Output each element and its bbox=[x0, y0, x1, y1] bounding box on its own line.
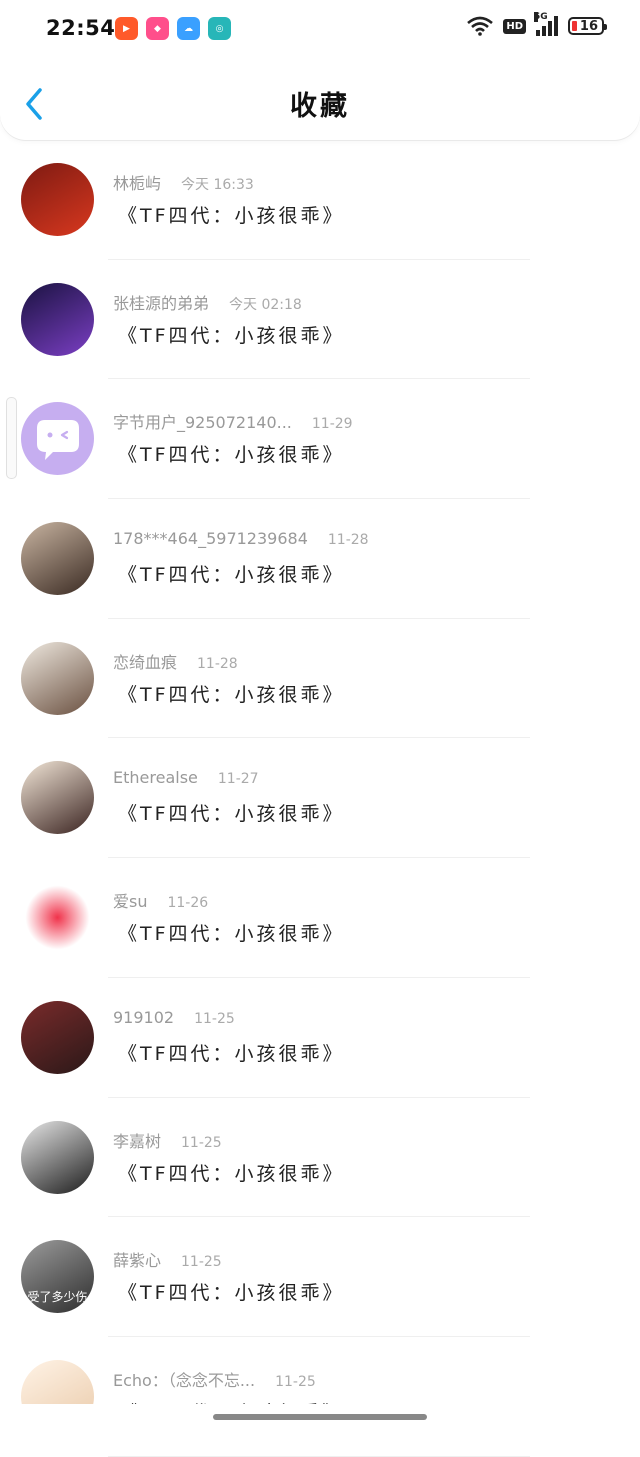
list-item[interactable]: 爱su 11-26 《TF四代：小孩很乖》 bbox=[0, 858, 640, 978]
item-meta: Etherealse 11-27 bbox=[113, 768, 259, 787]
item-time: 11-26 bbox=[167, 895, 209, 912]
battery-icon: 16 bbox=[568, 17, 607, 35]
item-meta: 张桂源的弟弟 今天 02:18 bbox=[113, 290, 302, 314]
user-name[interactable]: Echo：（念念不忘... bbox=[113, 1371, 255, 1390]
list-item[interactable]: 178***464_5971239684 11-28 《TF四代：小孩很乖》 bbox=[0, 499, 640, 619]
user-name[interactable]: 张桂源的弟弟 bbox=[113, 294, 209, 313]
item-time: 今天 02:18 bbox=[229, 296, 302, 313]
item-time: 11-25 bbox=[181, 1254, 222, 1271]
item-content[interactable]: 《TF四代：小孩很乖》 bbox=[118, 680, 345, 707]
item-time: 11-27 bbox=[217, 771, 259, 788]
avatar[interactable] bbox=[21, 761, 94, 835]
item-content[interactable]: 《TF四代：小孩很乖》 bbox=[118, 440, 345, 467]
hd-badge: HD bbox=[503, 18, 526, 34]
divider bbox=[108, 1455, 530, 1457]
list-item[interactable]: 字节用户_925072140... 11-29 《TF四代：小孩很乖》 bbox=[0, 379, 640, 500]
list-item[interactable]: 林栀屿 今天 16:33 《TF四代：小孩很乖》 bbox=[0, 140, 640, 260]
item-time: 11-29 bbox=[311, 416, 353, 433]
item-content[interactable]: 《TF四代：小孩很乖》 bbox=[118, 201, 345, 228]
shop-app-icon: ◆ bbox=[146, 17, 169, 40]
user-name[interactable]: 字节用户_925072140... bbox=[113, 413, 292, 432]
header: 22:54 ▶ ◆ ☁ ◎ HD 5G 16 收藏 bbox=[0, 0, 640, 140]
item-content[interactable]: 《TF四代：小孩很乖》 bbox=[118, 1039, 345, 1066]
favorites-list: 林栀屿 今天 16:33 《TF四代：小孩很乖》 张桂源的弟弟 今天 02:18 《TF四… bbox=[0, 140, 640, 1457]
list-item[interactable]: 李嘉树 11-25 《TF四代：小孩很乖》 bbox=[0, 1098, 640, 1218]
avatar[interactable] bbox=[21, 881, 94, 955]
item-meta: 178***464_5971239684 11-28 bbox=[113, 529, 369, 548]
avatar[interactable] bbox=[21, 1000, 94, 1074]
avatar[interactable] bbox=[21, 1120, 94, 1194]
avatar[interactable] bbox=[21, 163, 94, 236]
avatar[interactable]: 受了多少伤 bbox=[21, 1240, 94, 1314]
item-content[interactable]: 《TF四代：小孩很乖》 bbox=[118, 1159, 345, 1186]
nav-bar: 收藏 bbox=[0, 70, 640, 136]
item-meta: 恋绮血痕 11-28 bbox=[113, 649, 238, 673]
user-name[interactable]: 919102 bbox=[113, 1008, 174, 1027]
user-name[interactable]: 李嘉树 bbox=[113, 1132, 161, 1151]
item-meta: 李嘉树 11-25 bbox=[113, 1128, 222, 1152]
list-item[interactable]: 张桂源的弟弟 今天 02:18 《TF四代：小孩很乖》 bbox=[0, 260, 640, 380]
avatar[interactable] bbox=[21, 282, 94, 356]
item-time: 11-28 bbox=[197, 655, 238, 672]
item-meta: 爱su 11-26 bbox=[113, 888, 208, 912]
list-item[interactable]: Etherealse 11-27 《TF四代：小孩很乖》 bbox=[0, 738, 640, 859]
item-time: 今天 16:33 bbox=[181, 177, 254, 193]
status-time: 22:54 bbox=[46, 16, 116, 40]
item-content[interactable]: 《TF四代：小孩很乖》 bbox=[118, 799, 345, 826]
avatar[interactable] bbox=[21, 402, 94, 476]
weather-app-icon: ☁ bbox=[177, 17, 200, 40]
user-name[interactable]: 爱su bbox=[113, 892, 147, 911]
item-time: 11-25 bbox=[181, 1134, 222, 1151]
item-time: 11-25 bbox=[194, 1010, 235, 1027]
item-meta: 字节用户_925072140... 11-29 bbox=[113, 409, 353, 433]
user-name[interactable]: 林栀屿 bbox=[113, 174, 161, 193]
user-name[interactable]: 薛紫心 bbox=[113, 1251, 161, 1270]
list-item[interactable]: 919102 11-25 《TF四代：小孩很乖》 bbox=[0, 978, 640, 1098]
home-indicator[interactable] bbox=[213, 1414, 427, 1420]
battery-level: 16 bbox=[579, 18, 598, 34]
wifi-icon bbox=[467, 16, 494, 36]
item-meta: 林栀屿 今天 16:33 bbox=[113, 170, 254, 194]
avatar[interactable] bbox=[21, 522, 94, 596]
user-name[interactable]: Etherealse bbox=[113, 768, 198, 787]
item-meta: 919102 11-25 bbox=[113, 1008, 235, 1027]
list-item[interactable]: 恋绮血痕 11-28 《TF四代：小孩很乖》 bbox=[0, 619, 640, 739]
item-content[interactable]: 《TF四代：小孩很乖》 bbox=[118, 1278, 345, 1305]
status-app-icons: ▶ ◆ ☁ ◎ bbox=[115, 17, 231, 40]
signal-icon: 5G bbox=[534, 12, 558, 36]
user-name[interactable]: 恋绮血痕 bbox=[113, 653, 177, 672]
item-time: 11-25 bbox=[275, 1373, 316, 1390]
item-time: 11-28 bbox=[327, 532, 369, 549]
scroll-indicator[interactable] bbox=[6, 397, 17, 479]
avatar-caption: 受了多少伤 bbox=[27, 1290, 88, 1305]
page-title: 收藏 bbox=[290, 91, 350, 122]
status-bar: 22:54 ▶ ◆ ☁ ◎ HD 5G 16 bbox=[0, 0, 640, 58]
user-name[interactable]: 178***464_5971239684 bbox=[113, 529, 308, 548]
item-content[interactable]: 《TF四代：小孩很乖》 bbox=[118, 560, 345, 587]
network-app-icon: ◎ bbox=[208, 17, 231, 40]
list-item[interactable]: Echo：（念念不忘...11-25《TF四代：小孩很乖》 bbox=[0, 1337, 640, 1457]
video-app-icon: ▶ bbox=[115, 17, 138, 40]
network-type: 5G bbox=[534, 12, 548, 22]
item-meta: 薛紫心 11-25 bbox=[113, 1247, 222, 1271]
list-item[interactable]: 受了多少伤 薛紫心 11-25 《TF四代：小孩很乖》 bbox=[0, 1217, 640, 1337]
avatar[interactable] bbox=[21, 641, 94, 715]
item-content[interactable]: 《TF四代：小孩很乖》 bbox=[118, 919, 345, 946]
item-meta: Echo：（念念不忘... 11-25 bbox=[113, 1367, 316, 1391]
item-content[interactable]: 《TF四代：小孩很乖》 bbox=[118, 321, 345, 348]
system-indicators: HD 5G 16 bbox=[467, 12, 607, 36]
